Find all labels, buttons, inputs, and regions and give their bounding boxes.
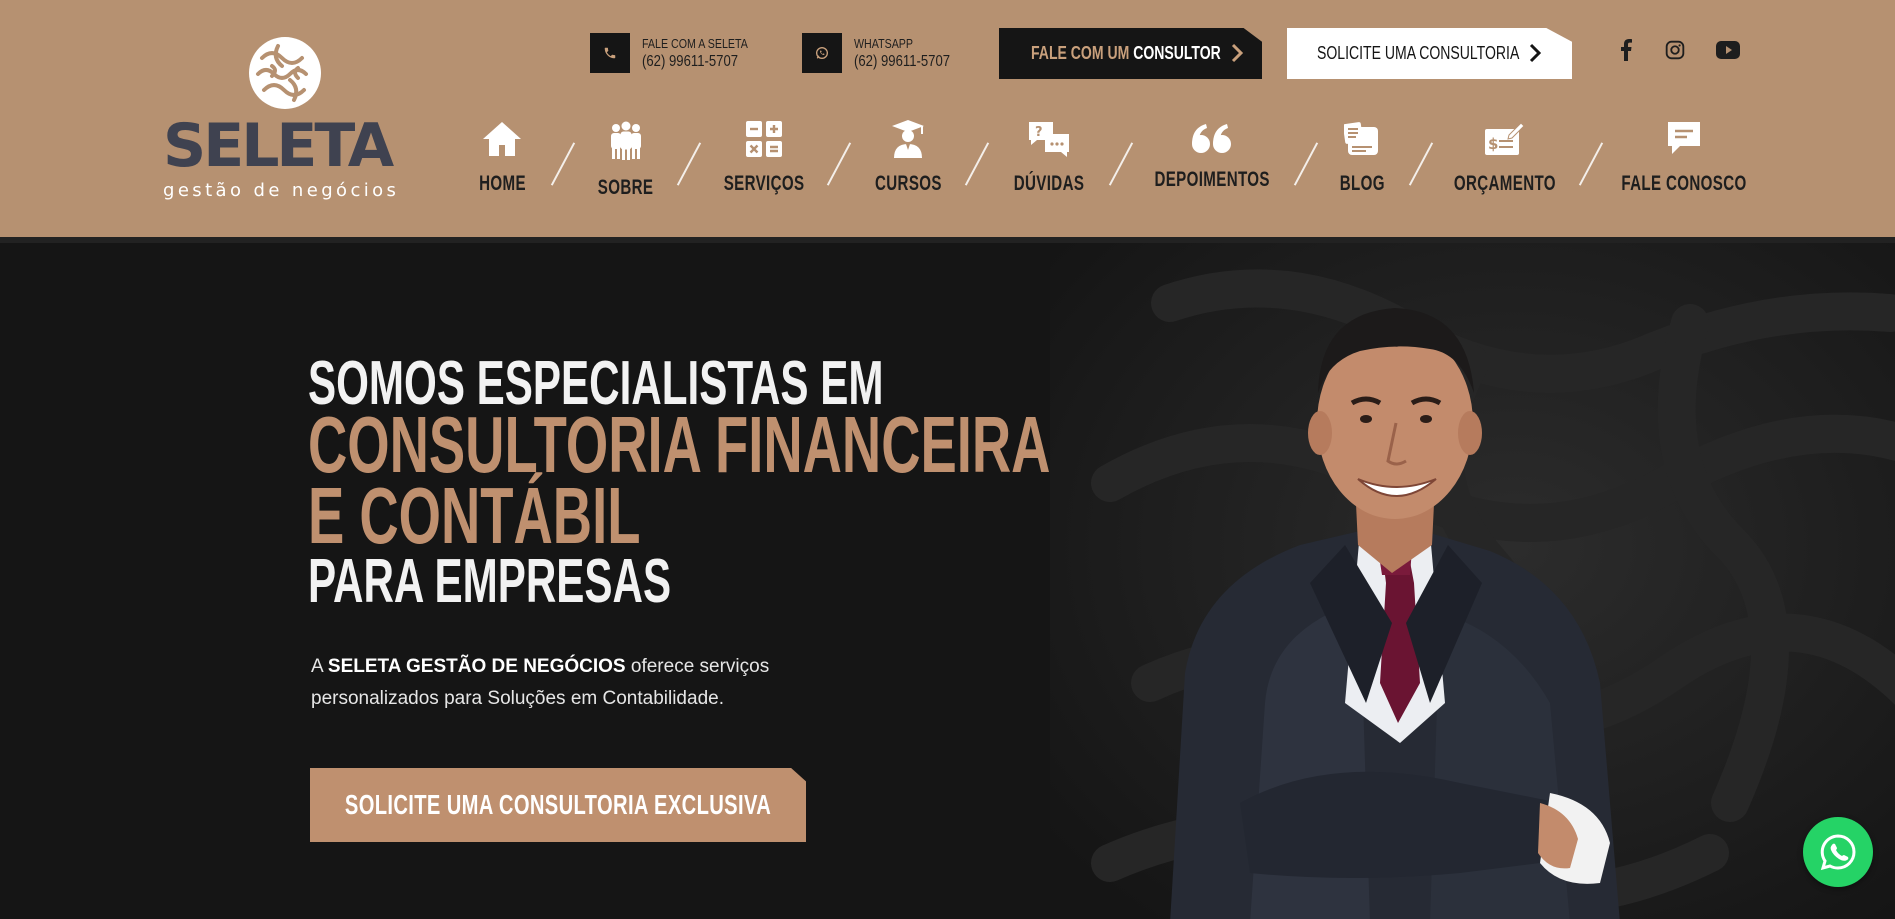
contact-phone[interactable]: FALE COM A SELETA (62) 99611-5707 — [590, 32, 771, 74]
contact-whatsapp-text: WHATSAPP (62) 99611-5707 — [854, 35, 950, 71]
nav-divider — [1408, 142, 1434, 186]
nav-divider — [676, 142, 702, 186]
nav-sobre[interactable]: SOBRE — [590, 116, 662, 206]
nav-blog[interactable]: BLOG — [1333, 116, 1391, 206]
talk-to-consultant-button[interactable]: FALE COM UM CONSULTOR — [999, 28, 1262, 79]
nav-orcamento-label: ORÇAMENTO — [1453, 172, 1557, 195]
request-consultation-label: SOLICITE UMA CONSULTORIA — [1317, 43, 1520, 63]
hero-desc-company: SELETA GESTÃO DE NEGÓCIOS — [327, 656, 626, 677]
home-icon — [481, 116, 523, 162]
blog-icon — [1344, 116, 1380, 162]
facebook-icon[interactable] — [1611, 38, 1641, 62]
svg-text:$: $ — [1488, 135, 1498, 153]
contact-whatsapp-number: (62) 99611-5707 — [854, 53, 951, 70]
contact-whatsapp[interactable]: WHATSAPP (62) 99611-5707 — [802, 32, 971, 74]
nav-cursos[interactable]: CURSOS — [866, 116, 950, 206]
consultant-prefix: FALE COM UM — [1031, 43, 1130, 63]
nav-blog-label: BLOG — [1339, 172, 1385, 195]
budget-icon: $ — [1485, 116, 1525, 162]
nav-fale-conosco-label: FALE CONOSCO — [1621, 172, 1747, 195]
logo-wordmark: SELETA — [163, 111, 394, 181]
nav-home[interactable]: HOME — [470, 116, 534, 206]
nav-duvidas[interactable]: ? DÚVIDAS — [1004, 116, 1094, 206]
contact-whatsapp-label: WHATSAPP — [854, 36, 914, 51]
calculator-icon — [746, 116, 782, 162]
hero-desc-prefix: A — [311, 656, 328, 677]
nav-depoimentos-label: DEPOIMENTOS — [1154, 168, 1270, 191]
nav-divider — [1578, 142, 1604, 186]
quote-icon — [1191, 116, 1233, 162]
nav-divider — [964, 142, 990, 186]
hero-headline-line4: PARA EMPRESAS — [308, 547, 672, 616]
youtube-icon[interactable] — [1713, 38, 1743, 62]
nav-home-label: HOME — [478, 172, 526, 195]
nav-divider — [1108, 142, 1134, 186]
logo-tagline: gestão de negócios — [163, 180, 400, 201]
nav-divider — [826, 142, 852, 186]
message-icon — [1666, 116, 1702, 162]
hero-headline-line3: E CONTÁBIL — [308, 471, 641, 560]
nav-servicos[interactable]: SERVIÇOS — [716, 116, 812, 206]
whatsapp-icon — [802, 33, 842, 73]
chevron-right-icon — [1231, 43, 1244, 63]
phone-icon — [590, 33, 630, 73]
nav-sobre-label: SOBRE — [598, 176, 654, 199]
nav-fale-conosco[interactable]: FALE CONOSCO — [1618, 116, 1750, 206]
site-header: SELETA gestão de negócios FALE COM A SEL… — [0, 0, 1895, 237]
contact-phone-text: FALE COM A SELETA (62) 99611-5707 — [642, 35, 748, 71]
chevron-right-icon — [1529, 43, 1542, 63]
svg-text:?: ? — [1035, 125, 1043, 140]
graduate-icon — [890, 116, 926, 162]
whatsapp-icon — [1820, 834, 1856, 871]
nav-cursos-label: CURSOS — [874, 172, 942, 195]
exclusive-consultation-button[interactable]: SOLICITE UMA CONSULTORIA EXCLUSIVA — [310, 768, 806, 842]
consultant-photo — [1170, 308, 1620, 919]
talk-to-consultant-label: FALE COM UM CONSULTOR — [1031, 43, 1221, 64]
contact-phone-label: FALE COM A SELETA — [642, 36, 748, 51]
nav-orcamento[interactable]: $ ORÇAMENTO — [1448, 116, 1562, 206]
nav-divider — [550, 142, 576, 186]
request-consultation-button[interactable]: SOLICITE UMA CONSULTORIA — [1287, 28, 1572, 79]
seleta-logo[interactable]: SELETA gestão de negócios — [160, 30, 420, 205]
nav-duvidas-label: DÚVIDAS — [1013, 172, 1085, 195]
whatsapp-float-button[interactable] — [1803, 817, 1873, 887]
nav-divider — [1293, 142, 1319, 186]
hero-section: SOMOS ESPECIALISTAS EM CONSULTORIA FINAN… — [0, 243, 1895, 919]
nav-depoimentos[interactable]: DEPOIMENTOS — [1148, 116, 1276, 206]
consultant-bold: CONSULTOR — [1133, 43, 1221, 63]
instagram-icon[interactable] — [1660, 38, 1690, 62]
exclusive-consultation-label: SOLICITE UMA CONSULTORIA EXCLUSIVA — [344, 789, 772, 820]
logo-mark-icon — [249, 37, 321, 109]
contact-phone-number: (62) 99611-5707 — [642, 53, 739, 70]
nav-servicos-label: SERVIÇOS — [723, 172, 805, 195]
question-chat-icon: ? — [1027, 116, 1071, 162]
hero-description: A SELETA GESTÃO DE NEGÓCIOS oferece serv… — [311, 651, 871, 715]
team-icon — [606, 118, 646, 164]
